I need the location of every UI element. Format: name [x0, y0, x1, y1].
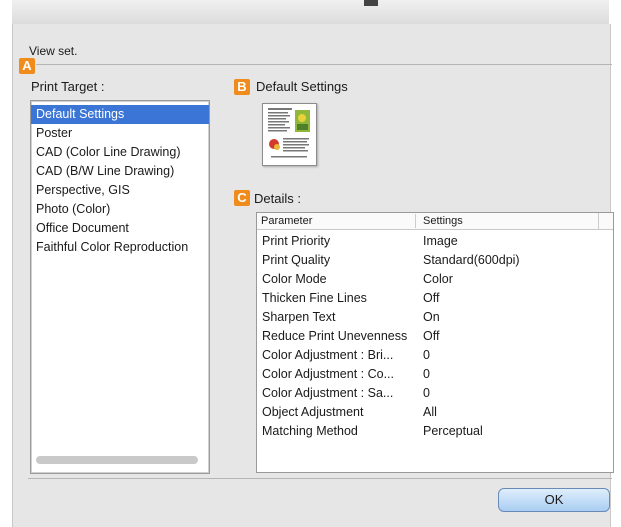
setting-cell: All [423, 405, 437, 419]
separator-top [36, 64, 612, 65]
parameter-cell: Object Adjustment [262, 405, 364, 419]
view-set-label: View set. [29, 44, 78, 58]
setting-cell: On [423, 310, 440, 324]
parameter-cell: Color Adjustment : Bri... [262, 348, 394, 362]
print-target-item[interactable]: CAD (Color Line Drawing) [31, 143, 209, 162]
setting-cell: Off [423, 329, 440, 343]
details-row: Print Priority Image [257, 232, 613, 251]
print-target-label: Print Target : [31, 79, 105, 94]
preview-label: Default Settings [256, 79, 348, 94]
parameter-cell: Print Priority [262, 234, 331, 248]
print-target-items: Default Settings Poster CAD (Color Line Dr… [31, 101, 209, 257]
print-target-item[interactable]: Perspective, GIS [31, 181, 209, 200]
window-titlebar[interactable] [12, 0, 609, 25]
details-row: Color Adjustment : Bri... 0 [257, 346, 613, 365]
print-target-item[interactable]: Office Document [31, 219, 209, 238]
details-row: Sharpen Text On [257, 308, 613, 327]
ok-button[interactable]: OK [498, 488, 610, 512]
details-table[interactable]: Parameter Settings Print Priority Image Pr… [256, 212, 614, 473]
parameter-cell: Color Mode [262, 272, 327, 286]
print-target-item[interactable]: Poster [31, 124, 209, 143]
setting-cell: 0 [423, 348, 430, 362]
setting-cell: 0 [423, 386, 430, 400]
details-table-header: Parameter Settings [257, 213, 613, 230]
details-row: Matching Method Perceptual [257, 422, 613, 441]
details-row: Color Adjustment : Sa... 0 [257, 384, 613, 403]
print-target-list[interactable]: Default Settings Poster CAD (Color Line Dr… [30, 100, 210, 474]
badge-a: A [19, 58, 35, 74]
setting-cell: 0 [423, 367, 430, 381]
details-row: Reduce Print Unevenness Off [257, 327, 613, 346]
details-row: Object Adjustment All [257, 403, 613, 422]
column-divider [415, 214, 416, 228]
details-row: Print Quality Standard(600dpi) [257, 251, 613, 270]
print-target-item[interactable]: Photo (Color) [31, 200, 209, 219]
details-row: Color Adjustment : Co... 0 [257, 365, 613, 384]
badge-c: C [234, 190, 250, 206]
setting-cell: Image [423, 234, 458, 248]
parameter-cell: Sharpen Text [262, 310, 336, 324]
details-row: Thicken Fine Lines Off [257, 289, 613, 308]
print-target-item[interactable]: CAD (B/W Line Drawing) [31, 162, 209, 181]
details-label: Details : [254, 191, 301, 206]
table-scroll-corner [598, 213, 613, 229]
document-preview-icon [268, 108, 310, 158]
parameter-cell: Thicken Fine Lines [262, 291, 367, 305]
details-row: Color Mode Color [257, 270, 613, 289]
settings-column-header[interactable]: Settings [423, 215, 463, 227]
setting-cell: Color [423, 272, 453, 286]
parameter-cell: Color Adjustment : Co... [262, 367, 395, 381]
setting-cell: Standard(600dpi) [423, 253, 520, 267]
parameter-cell: Print Quality [262, 253, 331, 267]
titlebar-notch [364, 0, 378, 6]
parameter-cell: Color Adjustment : Sa... [262, 386, 394, 400]
parameter-column-header[interactable]: Parameter [261, 215, 312, 227]
list-horizontal-scrollbar[interactable] [36, 456, 198, 464]
parameter-cell: Matching Method [262, 424, 358, 438]
setting-cell: Perceptual [423, 424, 483, 438]
setting-cell: Off [423, 291, 440, 305]
parameter-cell: Reduce Print Unevenness [262, 329, 408, 343]
print-target-item[interactable]: Default Settings [31, 105, 209, 124]
settings-preview-thumbnail [262, 103, 317, 166]
badge-b: B [234, 79, 250, 95]
print-target-item[interactable]: Faithful Color Reproduction [31, 238, 209, 257]
separator-bottom [28, 478, 612, 479]
